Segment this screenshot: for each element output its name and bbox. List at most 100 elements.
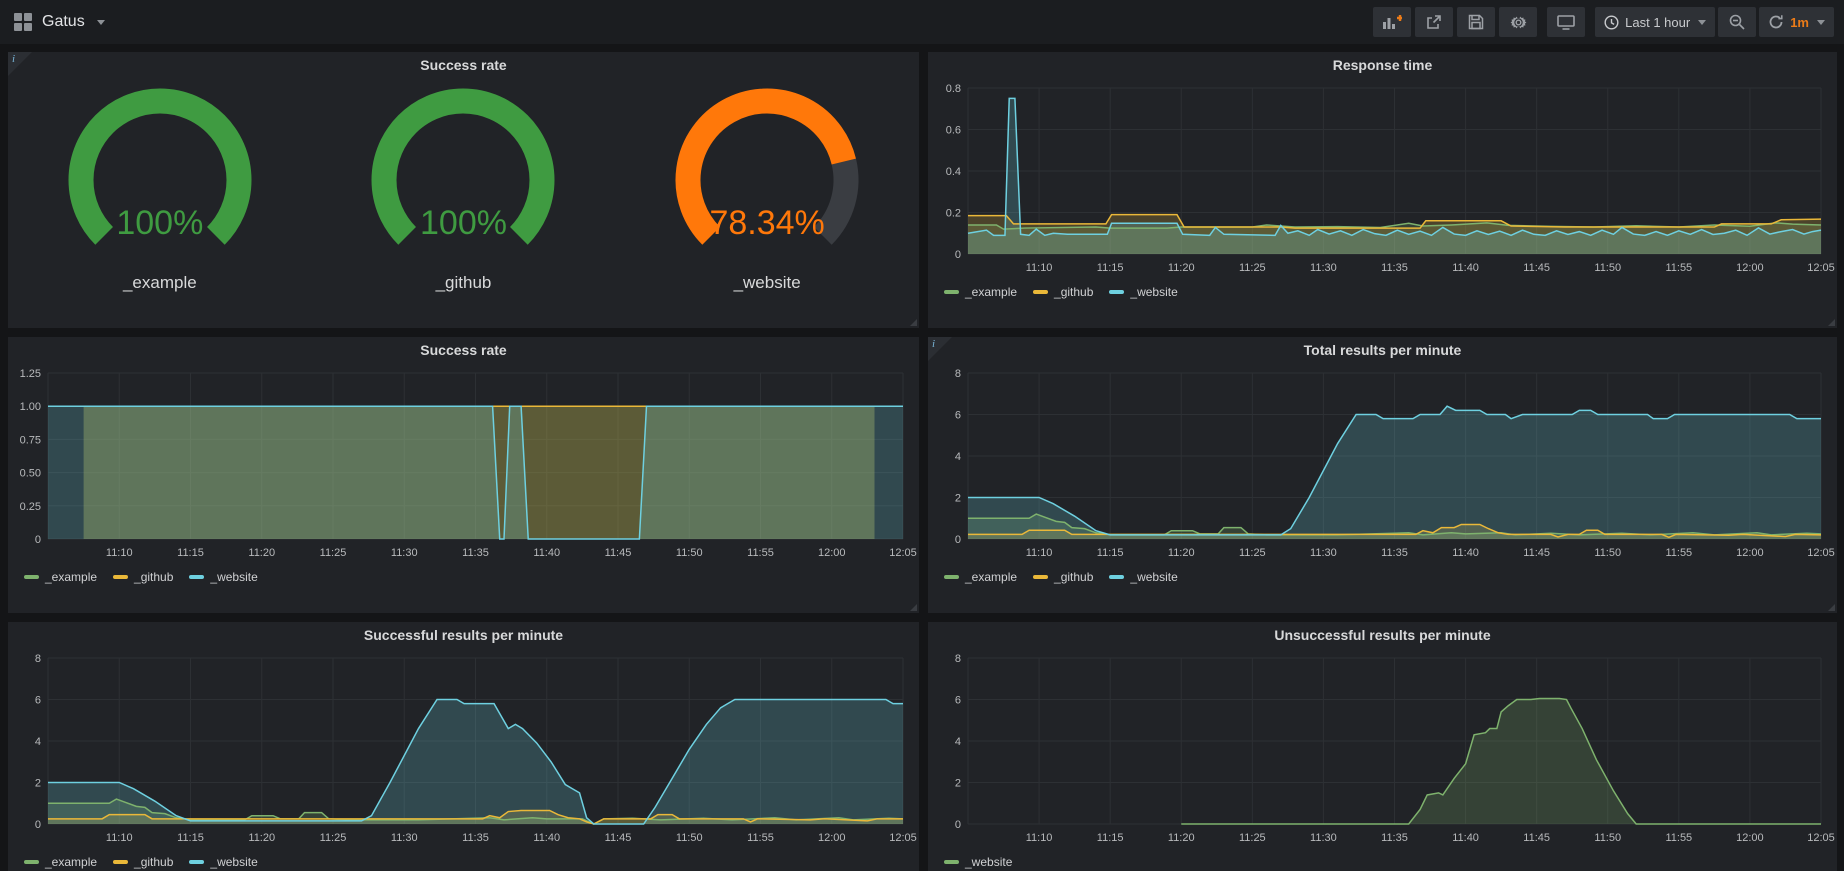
chart-legend: _example _github _website <box>8 565 919 589</box>
legend-label: _website <box>210 855 257 869</box>
gauge-label: _website <box>617 273 917 293</box>
svg-text:11:45: 11:45 <box>1523 262 1550 274</box>
successful-results-chart[interactable]: 0246811:1011:1511:2011:2511:3011:3511:40… <box>8 648 919 850</box>
zoom-out-button[interactable] <box>1718 7 1756 37</box>
svg-text:4: 4 <box>955 736 961 748</box>
legend-swatch-icon <box>113 575 128 579</box>
success-rate-chart[interactable]: 00.250.500.751.001.2511:1011:1511:2011:2… <box>8 363 919 565</box>
svg-text:11:50: 11:50 <box>1594 262 1621 274</box>
panel-title[interactable]: Response time <box>928 52 1837 78</box>
legend-label: _website <box>210 570 257 584</box>
chevron-down-icon[interactable] <box>97 20 105 25</box>
add-panel-icon <box>1382 14 1402 30</box>
legend-swatch-icon <box>189 575 204 579</box>
svg-text:0.4: 0.4 <box>946 166 961 178</box>
clock-icon <box>1604 15 1619 30</box>
legend-item[interactable]: _website <box>1109 570 1177 584</box>
legend-item[interactable]: _github <box>113 570 173 584</box>
dashboard-grid-icon[interactable] <box>14 13 32 31</box>
svg-text:0: 0 <box>35 819 41 831</box>
svg-text:11:50: 11:50 <box>1594 547 1621 559</box>
svg-text:11:20: 11:20 <box>1168 547 1195 559</box>
svg-text:2: 2 <box>955 778 961 790</box>
svg-text:11:55: 11:55 <box>1665 832 1692 844</box>
legend-label: _example <box>45 855 97 869</box>
legend-item[interactable]: _website <box>1109 285 1177 299</box>
chart-legend: _example _github _website <box>928 565 1837 589</box>
svg-text:11:45: 11:45 <box>605 547 632 559</box>
legend-swatch-icon <box>944 290 959 294</box>
svg-text:12:00: 12:00 <box>1736 547 1764 559</box>
legend-item[interactable]: _example <box>944 570 1017 584</box>
svg-text:0.8: 0.8 <box>946 83 961 95</box>
svg-text:11:15: 11:15 <box>1097 832 1124 844</box>
svg-text:4: 4 <box>955 451 961 463</box>
panel-info-icon[interactable]: i <box>928 337 952 361</box>
svg-text:0: 0 <box>955 249 961 261</box>
legend-label: _example <box>965 570 1017 584</box>
settings-button[interactable] <box>1499 7 1537 37</box>
svg-text:11:30: 11:30 <box>1310 547 1337 559</box>
legend-item[interactable]: _github <box>113 855 173 869</box>
legend-label: _github <box>1054 285 1093 299</box>
gauge-website: 78.34% _website <box>617 84 917 324</box>
share-button[interactable] <box>1415 7 1453 37</box>
svg-text:11:25: 11:25 <box>1239 832 1266 844</box>
svg-text:11:40: 11:40 <box>1452 832 1479 844</box>
gauge-example: 100% _example <box>10 84 310 324</box>
legend-swatch-icon <box>189 860 204 864</box>
gear-icon <box>1510 14 1527 31</box>
unsuccessful-results-chart[interactable]: 0246811:1011:1511:2011:2511:3011:3511:40… <box>928 648 1837 850</box>
panel-title[interactable]: Success rate <box>8 337 919 363</box>
svg-text:2: 2 <box>955 493 961 505</box>
legend-item[interactable]: _github <box>1033 570 1093 584</box>
time-range-label: Last 1 hour <box>1625 15 1690 30</box>
panel-response-time: Response time 00.20.40.60.811:1011:1511:… <box>928 52 1837 328</box>
svg-text:0.2: 0.2 <box>946 208 961 220</box>
panel-title[interactable]: Unsuccessful results per minute <box>928 622 1837 648</box>
refresh-button[interactable]: 1m <box>1759 7 1834 37</box>
panel-title[interactable]: Total results per minute <box>928 337 1837 363</box>
time-range-picker[interactable]: Last 1 hour <box>1595 7 1715 37</box>
svg-text:11:40: 11:40 <box>533 547 560 559</box>
svg-text:11:40: 11:40 <box>1452 547 1479 559</box>
legend-item[interactable]: _example <box>24 570 97 584</box>
add-panel-button[interactable] <box>1373 7 1411 37</box>
tv-mode-button[interactable] <box>1547 7 1585 37</box>
response-time-chart[interactable]: 00.20.40.60.811:1011:1511:2011:2511:3011… <box>928 78 1837 280</box>
svg-text:11:50: 11:50 <box>676 832 703 844</box>
svg-text:1.00: 1.00 <box>20 401 41 413</box>
chart-legend: _example _github _website <box>928 280 1837 304</box>
svg-text:11:30: 11:30 <box>391 547 418 559</box>
svg-text:12:00: 12:00 <box>1736 262 1764 274</box>
save-icon <box>1468 14 1484 30</box>
dashboard-title[interactable]: Gatus <box>42 13 85 31</box>
panel-title[interactable]: Success rate <box>8 52 919 78</box>
svg-text:12:05: 12:05 <box>889 547 917 559</box>
legend-label: _example <box>965 285 1017 299</box>
svg-text:11:35: 11:35 <box>1381 832 1408 844</box>
total-results-chart[interactable]: 0246811:1011:1511:2011:2511:3011:3511:40… <box>928 363 1837 565</box>
save-button[interactable] <box>1457 7 1495 37</box>
svg-text:0: 0 <box>955 534 961 546</box>
svg-text:11:55: 11:55 <box>1665 547 1692 559</box>
legend-swatch-icon <box>24 575 39 579</box>
svg-text:12:05: 12:05 <box>889 832 917 844</box>
svg-text:11:10: 11:10 <box>1026 262 1053 274</box>
panel-successful-results: Successful results per minute 0246811:10… <box>8 622 919 871</box>
panel-info-icon[interactable]: i <box>8 52 32 76</box>
svg-text:11:30: 11:30 <box>1310 832 1337 844</box>
panel-success-rate-gauges: i Success rate 100% _example 100% _githu… <box>8 52 919 328</box>
svg-text:11:50: 11:50 <box>1594 832 1621 844</box>
legend-item[interactable]: _website <box>944 855 1012 869</box>
svg-text:11:10: 11:10 <box>1026 832 1053 844</box>
legend-item[interactable]: _example <box>944 285 1017 299</box>
svg-text:0: 0 <box>35 534 41 546</box>
legend-item[interactable]: _example <box>24 855 97 869</box>
legend-item[interactable]: _website <box>189 570 257 584</box>
legend-item[interactable]: _website <box>189 855 257 869</box>
svg-text:0.50: 0.50 <box>20 468 41 480</box>
legend-item[interactable]: _github <box>1033 285 1093 299</box>
svg-text:0.6: 0.6 <box>946 125 961 137</box>
panel-title[interactable]: Successful results per minute <box>8 622 919 648</box>
